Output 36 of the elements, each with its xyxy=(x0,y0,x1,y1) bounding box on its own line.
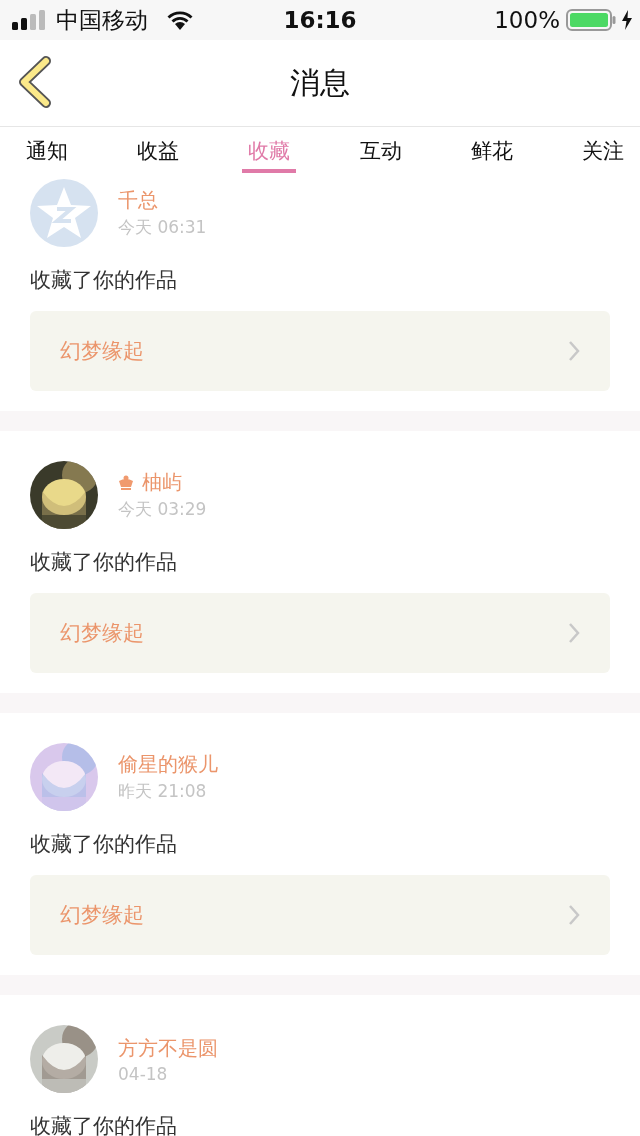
signal-icon xyxy=(12,10,48,30)
page-title: 消息 xyxy=(290,63,350,102)
message-text: 收藏了你的作品 xyxy=(29,549,178,576)
work-title: 幻梦缘起 xyxy=(60,902,144,929)
message-text: 收藏了你的作品 xyxy=(29,267,178,294)
user-name[interactable]: 柚屿 xyxy=(142,469,182,496)
tab[interactable]: 收益 xyxy=(131,127,186,173)
message-time: 昨天 21:08 xyxy=(118,780,208,803)
work-link[interactable]: 幻梦缘起 xyxy=(30,311,610,391)
work-title: 幻梦缘起 xyxy=(60,620,144,647)
clock-time: 16:16 xyxy=(283,7,357,33)
carrier-name: 中国移动 xyxy=(56,5,148,35)
tab[interactable]: 鲜花 xyxy=(464,127,519,173)
user-name[interactable]: 方方不是圆 xyxy=(118,1034,218,1062)
message-time: 今天 03:29 xyxy=(118,498,207,521)
battery-icon xyxy=(566,9,616,31)
chevron-right-icon xyxy=(568,622,580,644)
charging-icon xyxy=(622,10,632,30)
message-time: 今天 06:31 xyxy=(118,216,207,239)
message-text: 收藏了你的作品 xyxy=(29,1113,178,1136)
work-title: 幻梦缘起 xyxy=(60,338,144,365)
chevron-right-icon xyxy=(568,904,580,926)
battery-percent: 100% xyxy=(494,7,560,33)
tab[interactable]: 互动 xyxy=(353,127,408,173)
tab[interactable]: 关注 xyxy=(575,127,630,173)
wifi-icon xyxy=(166,10,194,30)
work-link[interactable]: 幻梦缘起 xyxy=(30,875,610,955)
user-name[interactable]: 偷星的猴儿 xyxy=(118,751,218,778)
user-name[interactable]: 千总 xyxy=(118,187,158,214)
message-time: 04-18 xyxy=(118,1063,169,1084)
tab[interactable]: 通知 xyxy=(20,127,74,173)
tab[interactable]: 收藏 xyxy=(242,127,297,173)
chevron-right-icon xyxy=(568,340,580,362)
back-button[interactable] xyxy=(18,56,52,108)
work-link[interactable]: 幻梦缘起 xyxy=(30,593,610,673)
message-text: 收藏了你的作品 xyxy=(29,831,178,858)
